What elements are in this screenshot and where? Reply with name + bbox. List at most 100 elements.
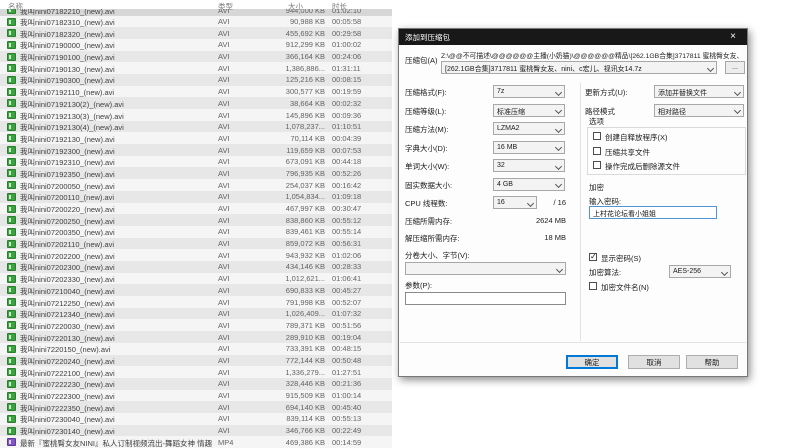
file-duration: 00:45:40 [332, 403, 390, 412]
cpu-threads-combobox[interactable]: 16 [493, 196, 537, 209]
table-row[interactable]: 我叫nini07200050_(new).avi AVI 254,037 KB … [0, 179, 392, 191]
file-size: 859,072 KB [233, 239, 325, 248]
table-row[interactable]: 最新『蜜桃臀女友NINI』私人订制视频流出-舞蹈女神 情趣黑丝... MP4 4… [0, 436, 392, 448]
checkbox[interactable] [593, 161, 601, 169]
checkbox[interactable] [589, 282, 597, 290]
video-file-icon [7, 99, 16, 107]
file-size: 944,000 KB [233, 9, 325, 15]
table-row[interactable]: 我叫nini07192130(2)_(new).avi AVI 38,664 K… [0, 97, 392, 109]
table-row[interactable]: 我叫nini07192130(4)_(new).avi AVI 1,078,23… [0, 121, 392, 133]
field-combobox[interactable]: 7z [493, 85, 565, 98]
table-row[interactable]: 我叫nini7220150_(new).avi AVI 733,391 KB 0… [0, 343, 392, 355]
video-file-icon [7, 321, 16, 329]
table-row[interactable]: 我叫nini07192310_(new).avi AVI 673,091 KB … [0, 156, 392, 168]
checkbox[interactable] [593, 147, 601, 155]
cancel-button[interactable]: 取消 [628, 355, 680, 369]
table-row[interactable]: 我叫nini07212340_(new).avi AVI 1,026,409..… [0, 308, 392, 320]
table-row[interactable]: 我叫nini07190000_(new).avi AVI 912,299 KB … [0, 39, 392, 51]
file-duration: 01:02:06 [332, 251, 390, 260]
encryption-algorithm-combobox[interactable]: AES-256 [669, 265, 731, 278]
split-volume-combobox[interactable] [405, 262, 566, 275]
file-size: 915,509 KB [233, 391, 325, 400]
file-name: 我叫nini07202200_(new).avi [20, 251, 212, 261]
table-row[interactable]: 我叫nini07190130_(new).avi AVI 1,386,886..… [0, 62, 392, 74]
column-header-name[interactable]: 名称 [8, 1, 23, 12]
table-row[interactable]: 我叫nini07190100_(new).avi AVI 366,164 KB … [0, 51, 392, 63]
column-header-type[interactable]: 类型 [218, 1, 233, 12]
table-row[interactable]: 我叫nini07220240_(new).avi AVI 772,144 KB … [0, 355, 392, 367]
parameters-input[interactable] [405, 292, 566, 305]
table-row[interactable]: 我叫nini07200110_(new).avi AVI 1,054,834..… [0, 191, 392, 203]
file-duration: 01:10:51 [332, 122, 390, 131]
field-combobox[interactable]: 32 [493, 159, 565, 172]
table-row[interactable]: 我叫nini07222100_(new).avi AVI 1,336,279..… [0, 366, 392, 378]
file-size: 1,078,237... [233, 122, 325, 131]
video-file-icon [7, 205, 16, 213]
file-duration: 00:55:12 [332, 216, 390, 225]
file-duration: 00:19:04 [332, 333, 390, 342]
file-name: 我叫nini07192310_(new).avi [20, 157, 212, 167]
chevron-down-icon [555, 181, 562, 188]
archive-name-combobox[interactable]: [262.1GB合集]3717811 蜜桃臀女友、nini、c宏儿、视讯女14.… [441, 61, 717, 74]
table-row[interactable]: 我叫nini07202300_(new).avi AVI 434,146 KB … [0, 261, 392, 273]
password-input[interactable]: 上村花论坛看小姐姐 [589, 206, 717, 219]
chevron-down-icon [527, 199, 534, 206]
table-row[interactable]: 我叫nini07230140_(new).avi AVI 346,766 KB … [0, 425, 392, 437]
column-header-size[interactable]: 大小 [288, 1, 303, 12]
browse-button[interactable]: ... [725, 61, 745, 74]
options-group-label: 选项 [589, 116, 604, 127]
table-row[interactable]: 我叫nini07192300_(new).avi AVI 119,659 KB … [0, 144, 392, 156]
video-file-icon [7, 345, 16, 353]
update-mode-combobox[interactable]: 添加并替换文件 [654, 85, 744, 98]
file-name: 我叫nini07212250_(new).avi [20, 298, 212, 308]
field-combobox[interactable]: 4 GB [493, 178, 565, 191]
field-label: 字典大小(D): [405, 143, 448, 154]
table-row[interactable]: 我叫nini07202200_(new).avi AVI 943,932 KB … [0, 249, 392, 261]
field-label: 压缩方法(M): [405, 124, 448, 135]
file-duration: 01:00:02 [332, 40, 390, 49]
close-icon[interactable]: × [719, 29, 747, 45]
table-row[interactable]: 我叫nini07182320_(new).avi AVI 455,692 KB … [0, 27, 392, 39]
table-row[interactable]: 我叫nini07222230_(new).avi AVI 328,446 KB … [0, 378, 392, 390]
memory-compress-label: 压缩所需内存: [405, 216, 452, 227]
file-duration: 00:29:58 [332, 29, 390, 38]
table-row[interactable]: 我叫nini07212250_(new).avi AVI 791,998 KB … [0, 296, 392, 308]
table-row[interactable]: 我叫nini07230040_(new).avi AVI 839,114 KB … [0, 413, 392, 425]
table-row[interactable]: 我叫nini07210040_(new).avi AVI 690,833 KB … [0, 284, 392, 296]
table-row[interactable]: 我叫nini07192350_(new).avi AVI 796,935 KB … [0, 167, 392, 179]
file-name: 我叫nini07190000_(new).avi [20, 40, 212, 50]
file-duration: 00:55:13 [332, 414, 390, 423]
cpu-threads-max: / 16 [541, 198, 566, 207]
table-row[interactable]: 我叫nini07200250_(new).avi AVI 838,860 KB … [0, 214, 392, 226]
field-combobox[interactable]: 16 MB [493, 141, 565, 154]
file-duration: 00:45:27 [332, 286, 390, 295]
table-row[interactable]: 我叫nini07202330_(new).avi AVI 1,012,621..… [0, 273, 392, 285]
path-mode-combobox[interactable]: 相对路径 [654, 104, 744, 117]
field-combobox[interactable]: 标准压缩 [493, 104, 565, 117]
table-row[interactable]: 我叫nini07200220_(new).avi AVI 467,997 KB … [0, 203, 392, 215]
table-row[interactable]: 我叫nini07192110_(new).avi AVI 300,577 KB … [0, 86, 392, 98]
table-row[interactable]: 我叫nini07192130_(new).avi AVI 70,114 KB 0… [0, 132, 392, 144]
help-button[interactable]: 帮助 [686, 355, 738, 369]
field-combobox[interactable]: LZMA2 [493, 122, 565, 135]
file-name: 我叫nini07212340_(new).avi [20, 309, 212, 319]
checkbox[interactable] [593, 132, 601, 140]
table-row[interactable]: 我叫nini07220130_(new).avi AVI 289,910 KB … [0, 331, 392, 343]
table-row[interactable]: 我叫nini07202110_(new).avi AVI 859,072 KB … [0, 238, 392, 250]
video-file-icon [7, 380, 16, 388]
table-row[interactable]: 我叫nini07190300_(new).avi AVI 125,216 KB … [0, 74, 392, 86]
file-duration: 00:07:53 [332, 146, 390, 155]
column-header-duration[interactable]: 时长 [332, 1, 347, 12]
dialog-titlebar: 添加到压缩包 × [399, 29, 747, 45]
video-file-icon [7, 310, 16, 318]
table-row[interactable]: 我叫nini07222300_(new).avi AVI 915,509 KB … [0, 390, 392, 402]
table-row[interactable]: 我叫nini07200350_(new).avi AVI 839,461 KB … [0, 226, 392, 238]
table-row[interactable]: 我叫nini07182310_(new).avi AVI 90,988 KB 0… [0, 16, 392, 28]
table-row[interactable]: 我叫nini07220030_(new).avi AVI 789,371 KB … [0, 319, 392, 331]
file-name: 我叫nini07200110_(new).avi [20, 192, 212, 202]
table-row[interactable]: 我叫nini07222350_(new).avi AVI 694,140 KB … [0, 401, 392, 413]
video-file-icon [7, 357, 16, 365]
ok-button[interactable]: 确定 [566, 355, 618, 369]
checkbox[interactable] [589, 253, 597, 261]
table-row[interactable]: 我叫nini07192130(3)_(new).avi AVI 145,896 … [0, 109, 392, 121]
